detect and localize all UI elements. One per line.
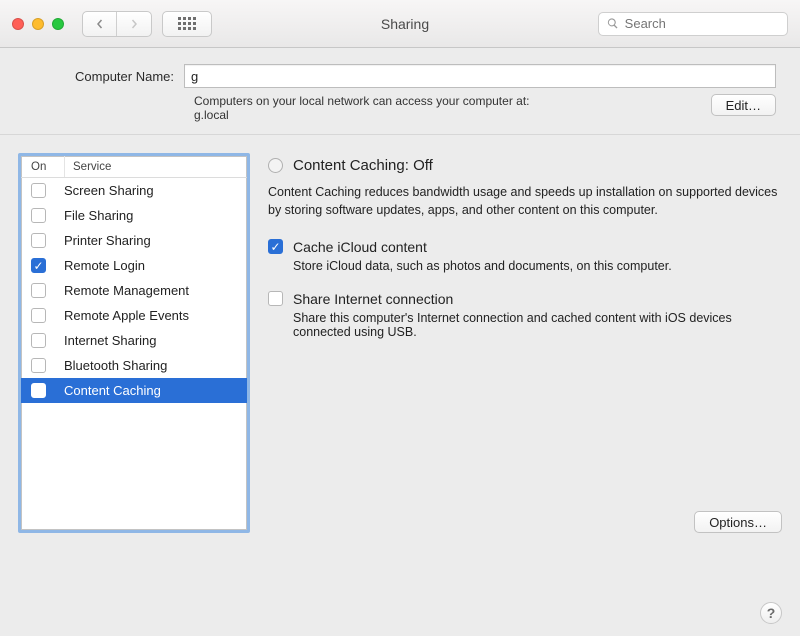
chevron-right-icon <box>129 19 139 29</box>
cache-icloud-checkbox[interactable] <box>268 239 283 254</box>
service-enable-checkbox[interactable] <box>31 258 46 273</box>
window-controls <box>12 18 64 30</box>
options-button[interactable]: Options… <box>694 511 782 533</box>
content-area: On Service Screen Sharing File Sharing Pri… <box>0 135 800 551</box>
cache-icloud-label: Cache iCloud content <box>293 239 427 255</box>
services-list-body: Screen Sharing File Sharing Printer Sharin… <box>21 178 247 530</box>
computer-name-hint: Computers on your local network can acce… <box>194 94 529 122</box>
service-enable-checkbox[interactable] <box>31 183 46 198</box>
service-label: Internet Sharing <box>64 333 157 348</box>
services-list-header: On Service <box>21 156 247 178</box>
computer-name-label: Computer Name: <box>24 69 184 84</box>
cache-icloud-description: Store iCloud data, such as photos and do… <box>293 259 782 273</box>
close-window-button[interactable] <box>12 18 24 30</box>
service-detail: Content Caching: Off Content Caching red… <box>268 153 782 533</box>
service-enable-checkbox[interactable] <box>31 208 46 223</box>
service-row[interactable]: Internet Sharing <box>21 328 247 353</box>
service-label: Printer Sharing <box>64 233 151 248</box>
service-row[interactable]: Screen Sharing <box>21 178 247 203</box>
computer-name-section: Computer Name: g Computers on your local… <box>0 48 800 135</box>
service-status: Content Caching: Off <box>293 157 433 174</box>
back-forward-segment <box>82 11 152 37</box>
share-internet-description: Share this computer's Internet connectio… <box>293 311 782 339</box>
share-internet-checkbox[interactable] <box>268 291 283 306</box>
services-list[interactable]: On Service Screen Sharing File Sharing Pri… <box>18 153 250 533</box>
minimize-window-button[interactable] <box>32 18 44 30</box>
grid-icon <box>178 17 196 30</box>
service-row[interactable]: Bluetooth Sharing <box>21 353 247 378</box>
chevron-left-icon <box>95 19 105 29</box>
service-label: Remote Login <box>64 258 145 273</box>
forward-button[interactable] <box>117 12 151 36</box>
status-indicator-icon <box>268 158 283 173</box>
service-enable-checkbox[interactable] <box>31 308 46 323</box>
search-field[interactable] <box>598 12 788 36</box>
service-row[interactable]: File Sharing <box>21 203 247 228</box>
service-row[interactable]: Remote Management <box>21 278 247 303</box>
zoom-window-button[interactable] <box>52 18 64 30</box>
service-label: Content Caching <box>64 383 161 398</box>
back-button[interactable] <box>83 12 117 36</box>
service-enable-checkbox[interactable] <box>31 383 46 398</box>
service-row[interactable]: Content Caching <box>21 378 247 403</box>
show-all-button[interactable] <box>162 11 212 37</box>
service-label: File Sharing <box>64 208 133 223</box>
computer-name-field[interactable]: g <box>184 64 776 88</box>
window-title: Sharing <box>222 16 588 32</box>
search-icon <box>607 17 619 30</box>
service-enable-checkbox[interactable] <box>31 358 46 373</box>
search-input[interactable] <box>625 16 779 31</box>
service-label: Remote Apple Events <box>64 308 189 323</box>
service-row[interactable]: Printer Sharing <box>21 228 247 253</box>
share-internet-label: Share Internet connection <box>293 291 453 307</box>
service-enable-checkbox[interactable] <box>31 333 46 348</box>
service-label: Bluetooth Sharing <box>64 358 167 373</box>
service-row[interactable]: Remote Apple Events <box>21 303 247 328</box>
service-enable-checkbox[interactable] <box>31 283 46 298</box>
service-enable-checkbox[interactable] <box>31 233 46 248</box>
sharing-prefpane: Sharing Computer Name: g Computers on yo… <box>0 0 800 636</box>
column-service-header[interactable]: Service <box>65 156 247 177</box>
service-label: Remote Management <box>64 283 189 298</box>
service-row[interactable]: Remote Login <box>21 253 247 278</box>
titlebar: Sharing <box>0 0 800 48</box>
service-label: Screen Sharing <box>64 183 154 198</box>
column-on-header[interactable]: On <box>21 156 65 177</box>
service-description: Content Caching reduces bandwidth usage … <box>268 184 782 219</box>
help-button[interactable]: ? <box>760 602 782 624</box>
computer-name-value: g <box>191 69 198 84</box>
edit-hostname-button[interactable]: Edit… <box>711 94 776 116</box>
